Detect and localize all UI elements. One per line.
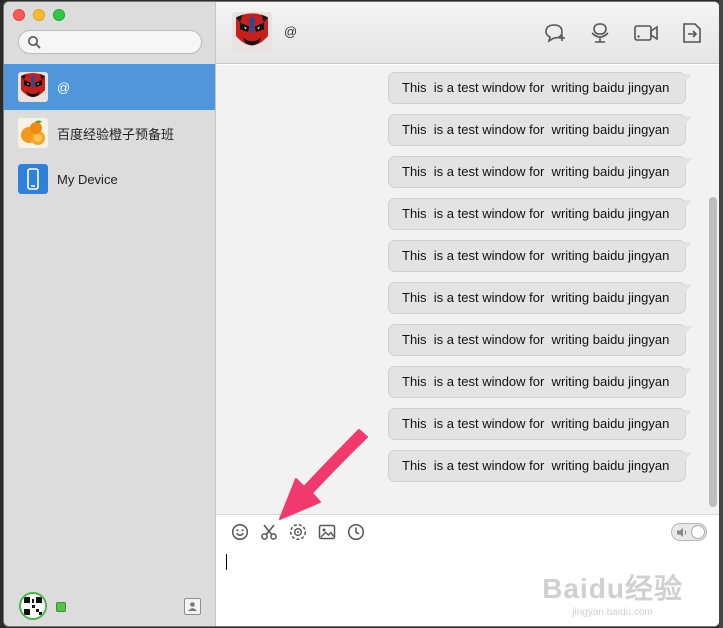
- text-caret: [226, 554, 227, 570]
- message-bubble[interactable]: This is a test window for writing baidu …: [388, 366, 692, 398]
- search-icon: [28, 36, 41, 49]
- contact-name: 百度经验橙子预备班: [57, 126, 175, 142]
- contact-list: @ 百度经验橙子预备班 My Device: [4, 64, 215, 202]
- history-clock-icon[interactable]: [347, 523, 365, 541]
- toggle-knob: [691, 525, 705, 539]
- contact-item-baidu-group[interactable]: 百度经验橙子预备班: [4, 110, 215, 156]
- compose-toolbar: [216, 514, 719, 548]
- file-transfer-icon[interactable]: [679, 20, 705, 46]
- minimize-window-button[interactable]: [33, 9, 45, 21]
- phone-icon: [18, 164, 48, 194]
- new-chat-icon[interactable]: [541, 20, 567, 46]
- message-bubble[interactable]: This is a test window for writing baidu …: [388, 198, 692, 230]
- close-window-button[interactable]: [13, 9, 25, 21]
- message-input[interactable]: [216, 548, 719, 626]
- oranges-avatar: [18, 118, 48, 148]
- sound-toggle[interactable]: [671, 523, 707, 541]
- desktop-edge: [719, 0, 723, 628]
- header-actions: [541, 20, 705, 46]
- chat-title: @: [284, 24, 298, 39]
- message-bubble[interactable]: This is a test window for writing baidu …: [388, 408, 692, 440]
- image-icon[interactable]: [318, 523, 336, 541]
- microphone-icon[interactable]: [587, 20, 613, 46]
- emoji-icon[interactable]: [231, 523, 249, 541]
- shake-icon[interactable]: [289, 523, 307, 541]
- chat-partner-avatar[interactable]: [232, 12, 272, 52]
- search-input[interactable]: [45, 34, 195, 50]
- address-book-icon[interactable]: [184, 598, 201, 615]
- sidebar: @ 百度经验橙子预备班 My Device: [4, 2, 216, 626]
- sidebar-footer: [4, 586, 215, 626]
- message-scrollbar[interactable]: [709, 197, 717, 507]
- screenshot-scissors-icon[interactable]: [260, 523, 278, 541]
- contact-name: My Device: [57, 171, 118, 187]
- online-status-icon: [56, 602, 66, 612]
- maximize-window-button[interactable]: [53, 9, 65, 21]
- my-avatar[interactable]: [19, 592, 47, 620]
- opera-mask-avatar: [18, 72, 48, 102]
- message-bubble[interactable]: This is a test window for writing baidu …: [388, 114, 692, 146]
- message-bubble[interactable]: This is a test window for writing baidu …: [388, 324, 692, 356]
- contact-item-my-device[interactable]: My Device: [4, 156, 215, 202]
- window-controls: [13, 9, 65, 21]
- message-list[interactable]: This is a test window for writing baidu …: [216, 65, 719, 514]
- chat-window: @ 百度经验橙子预备班 My Device @ This is a test w…: [4, 2, 719, 626]
- speaker-icon: [677, 528, 687, 537]
- search-box[interactable]: [18, 30, 202, 54]
- message-bubble[interactable]: This is a test window for writing baidu …: [388, 240, 692, 272]
- chat-header: @: [216, 2, 719, 64]
- message-bubble[interactable]: This is a test window for writing baidu …: [388, 282, 692, 314]
- message-bubble[interactable]: This is a test window for writing baidu …: [388, 156, 692, 188]
- video-call-icon[interactable]: [633, 20, 659, 46]
- message-bubble[interactable]: This is a test window for writing baidu …: [388, 72, 692, 104]
- message-input-area[interactable]: [216, 548, 719, 626]
- message-bubble[interactable]: This is a test window for writing baidu …: [388, 450, 692, 482]
- chat-pane: @ This is a test window for writing baid…: [216, 2, 719, 626]
- contact-item-opera[interactable]: @: [4, 64, 215, 110]
- contact-name: @: [57, 79, 71, 95]
